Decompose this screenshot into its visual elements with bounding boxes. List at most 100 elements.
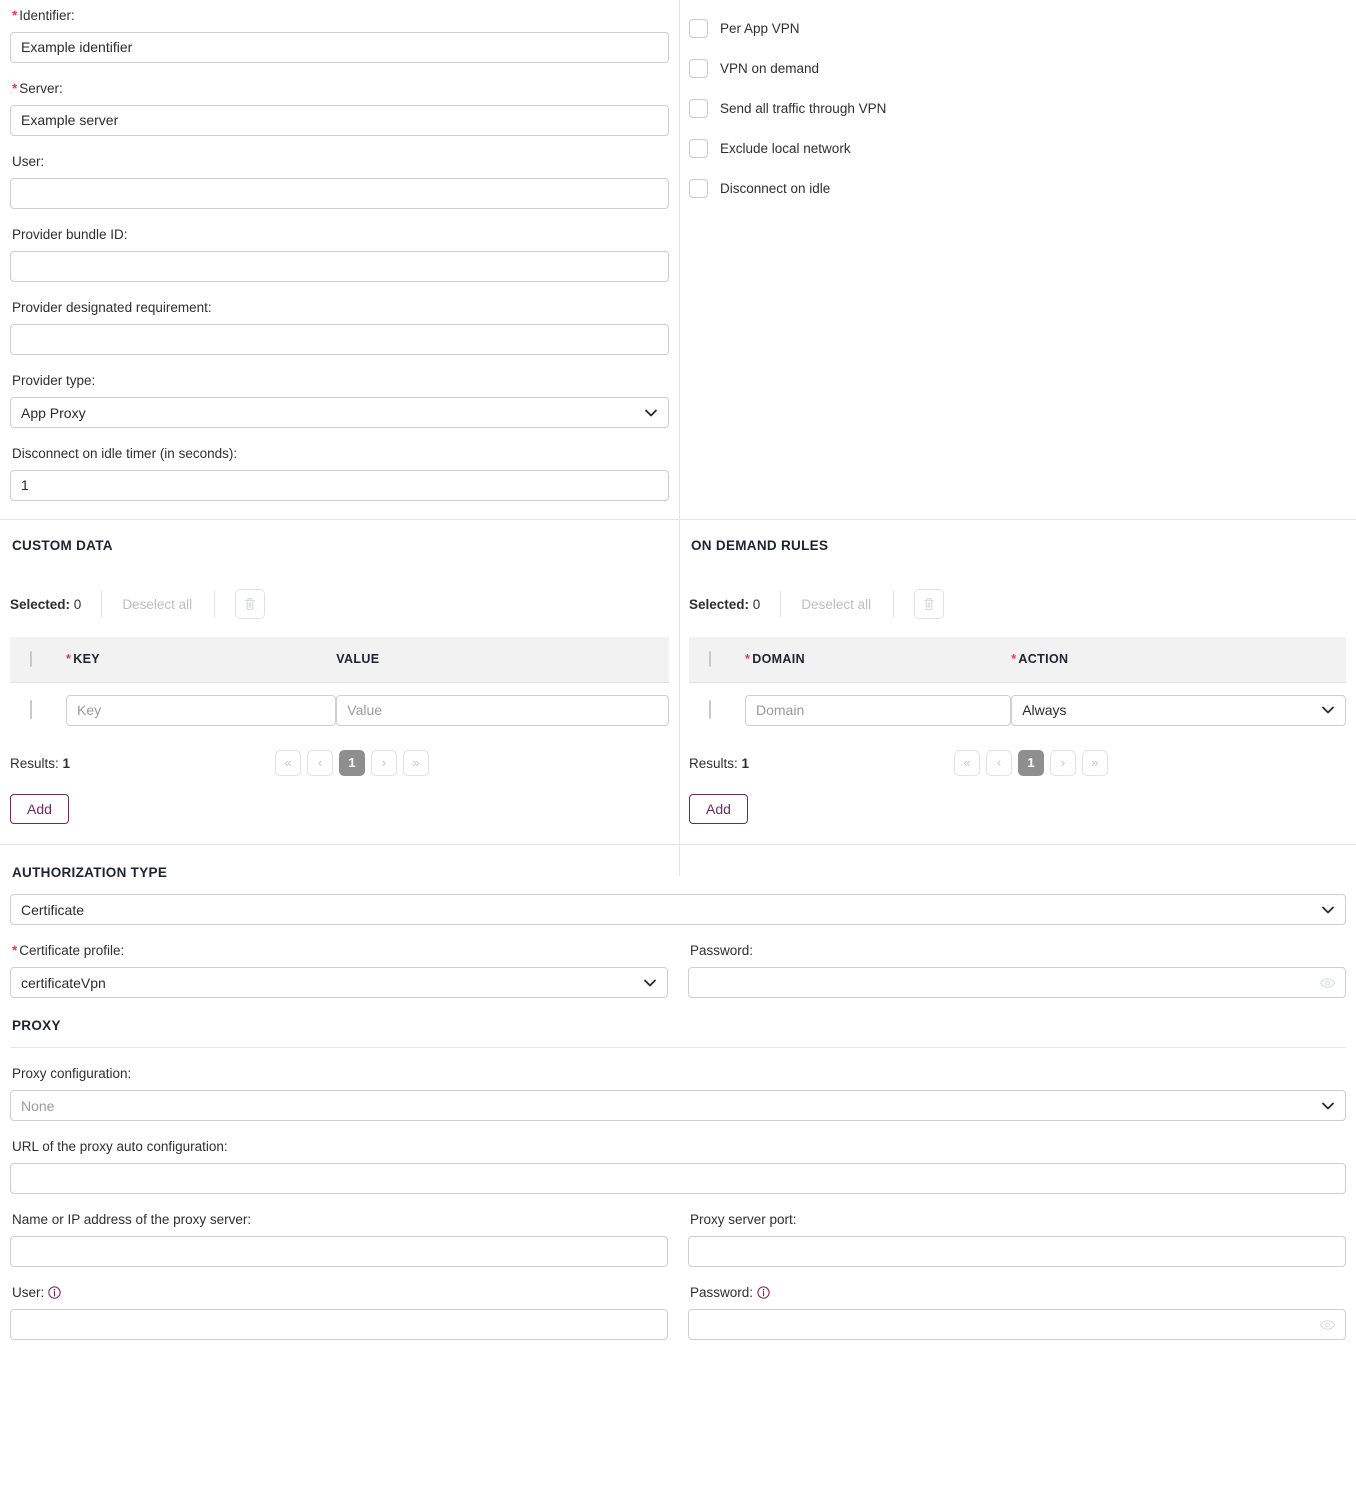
provider-designated-requirement-field-group: Provider designated requirement: [10,300,669,355]
chevron-down-icon [1321,903,1335,917]
user-input[interactable] [10,178,669,209]
provider-type-value: App Proxy [21,404,86,421]
authorization-type-select[interactable]: Certificate [10,894,1346,925]
checkbox-label: Send all traffic through VPN [720,100,887,116]
on-demand-rules-pagination-row: Results: 1 « ‹ 1 › » [689,750,1346,776]
basic-settings-column: * Identifier: Example identifier * Server:… [0,0,679,519]
proxy-configuration-select[interactable]: None [10,1090,1346,1121]
pager-last-button[interactable]: » [1082,750,1108,776]
results-count: 1 [741,755,750,771]
proxy-password-field-group: Password: [688,1285,1346,1340]
proxy-user-label: User: [12,1285,668,1301]
pac-url-field-group: URL of the proxy auto configuration: [10,1139,1346,1194]
checkbox-exclude-local-network[interactable] [689,138,708,158]
row-checkbox[interactable] [30,700,32,720]
provider-designated-requirement-label: Provider designated requirement: [12,300,212,315]
vertical-divider [679,520,680,876]
action-select[interactable]: Always [1011,694,1346,726]
proxy-server-port-label: Proxy server port: [690,1212,797,1227]
pager-next-button[interactable]: › [371,750,397,776]
proxy-server-address-field-group: Name or IP address of the proxy server: [10,1212,668,1267]
provider-type-select[interactable]: App Proxy [10,397,669,428]
custom-data-deselect-all-button[interactable]: Deselect all [122,597,192,612]
checkbox-label: Disconnect on idle [720,180,831,196]
disconnect-idle-timer-label: Disconnect on idle timer (in seconds): [12,446,238,461]
info-icon[interactable] [48,1286,61,1299]
custom-data-pager: « ‹ 1 › » [260,750,669,776]
pager-page-1-button[interactable]: 1 [1018,750,1044,776]
on-demand-rules-table-body: Domain Always [689,682,1346,738]
selected-value: 0 [752,596,761,612]
select-all-checkbox[interactable] [709,651,711,668]
required-marker: * [66,652,72,667]
provider-bundle-id-input[interactable] [10,251,669,282]
key-cell: Key [66,682,337,738]
table-row: Domain Always [689,682,1346,738]
proxy-server-port-input[interactable] [688,1236,1346,1267]
server-field-group: * Server: Example server [10,81,669,136]
eye-icon[interactable] [1319,1316,1336,1333]
required-marker: * [12,8,18,23]
pager-page-1-button[interactable]: 1 [339,750,365,776]
pager-first-button[interactable]: « [954,750,980,776]
pager-next-button[interactable]: › [1050,750,1076,776]
pager-prev-button[interactable]: ‹ [986,750,1012,776]
disconnect-idle-timer-input[interactable]: 1 [10,470,669,501]
select-all-header [10,637,66,683]
checkbox-row-exclude-local-network[interactable]: Exclude local network [689,128,1346,168]
on-demand-rules-add-button[interactable]: Add [689,794,748,824]
authorization-password-wrapper [688,967,1346,998]
row-checkbox[interactable] [709,700,711,720]
value-cell: Value [336,682,669,738]
selected-label: Selected: [689,596,750,612]
pager-first-button[interactable]: « [275,750,301,776]
vpn-configuration-form: * Identifier: Example identifier * Server:… [0,0,1356,1358]
on-demand-rules-deselect-all-button[interactable]: Deselect all [801,597,871,612]
proxy-server-address-input[interactable] [10,1236,668,1267]
pager-prev-button[interactable]: ‹ [307,750,333,776]
identifier-label: * Identifier: [12,8,75,23]
eye-icon[interactable] [1319,974,1336,991]
proxy-user-input[interactable] [10,1309,668,1340]
trash-icon [242,596,258,612]
row-select-cell [689,682,745,738]
select-all-checkbox[interactable] [30,651,32,668]
server-label: * Server: [12,81,63,96]
toolbar-divider [214,591,216,617]
info-icon[interactable] [757,1286,770,1299]
checkbox-disconnect-on-idle[interactable] [689,178,708,198]
custom-data-delete-button[interactable] [235,589,266,619]
custom-data-add-button[interactable]: Add [10,794,69,824]
custom-data-section: CUSTOM DATA Selected: 0 Deselect all * K… [0,520,679,844]
toolbar-divider [780,591,782,617]
user-label: User: [12,154,45,169]
results-label: Results: [689,755,738,771]
column-header-value: VALUE [336,637,669,683]
checkbox-row-send-all-traffic[interactable]: Send all traffic through VPN [689,88,1346,128]
proxy-configuration-label: Proxy configuration: [12,1066,132,1081]
server-input[interactable]: Example server [10,105,669,136]
checkbox-row-disconnect-on-idle[interactable]: Disconnect on idle [689,168,1346,208]
identifier-input[interactable]: Example identifier [10,32,669,63]
checkbox-send-all-traffic-through-vpn[interactable] [689,98,708,118]
checkbox-per-app-vpn[interactable] [689,18,708,38]
value-input[interactable]: Value [336,694,669,726]
proxy-password-input[interactable] [688,1309,1346,1340]
provider-designated-requirement-input[interactable] [10,324,669,355]
proxy-credentials-row: User: Password: [10,1285,1346,1358]
on-demand-rules-delete-button[interactable] [914,589,945,619]
toolbar-divider [893,591,895,617]
pager-last-button[interactable]: » [403,750,429,776]
provider-bundle-id-label: Provider bundle ID: [12,227,128,242]
checkbox-row-vpn-on-demand[interactable]: VPN on demand [689,48,1346,88]
domain-input[interactable]: Domain [745,694,1012,726]
key-input[interactable]: Key [66,694,337,726]
table-header-row: * KEY VALUE [10,637,669,683]
authorization-password-input[interactable] [688,967,1346,998]
checkbox-vpn-on-demand[interactable] [689,58,708,78]
certificate-profile-select[interactable]: certificateVpn [10,967,668,998]
pac-url-input[interactable] [10,1163,1346,1194]
checkbox-row-per-app-vpn[interactable]: Per App VPN [689,8,1346,48]
certificate-profile-value: certificateVpn [21,974,106,991]
proxy-server-row: Name or IP address of the proxy server: … [10,1212,1346,1285]
